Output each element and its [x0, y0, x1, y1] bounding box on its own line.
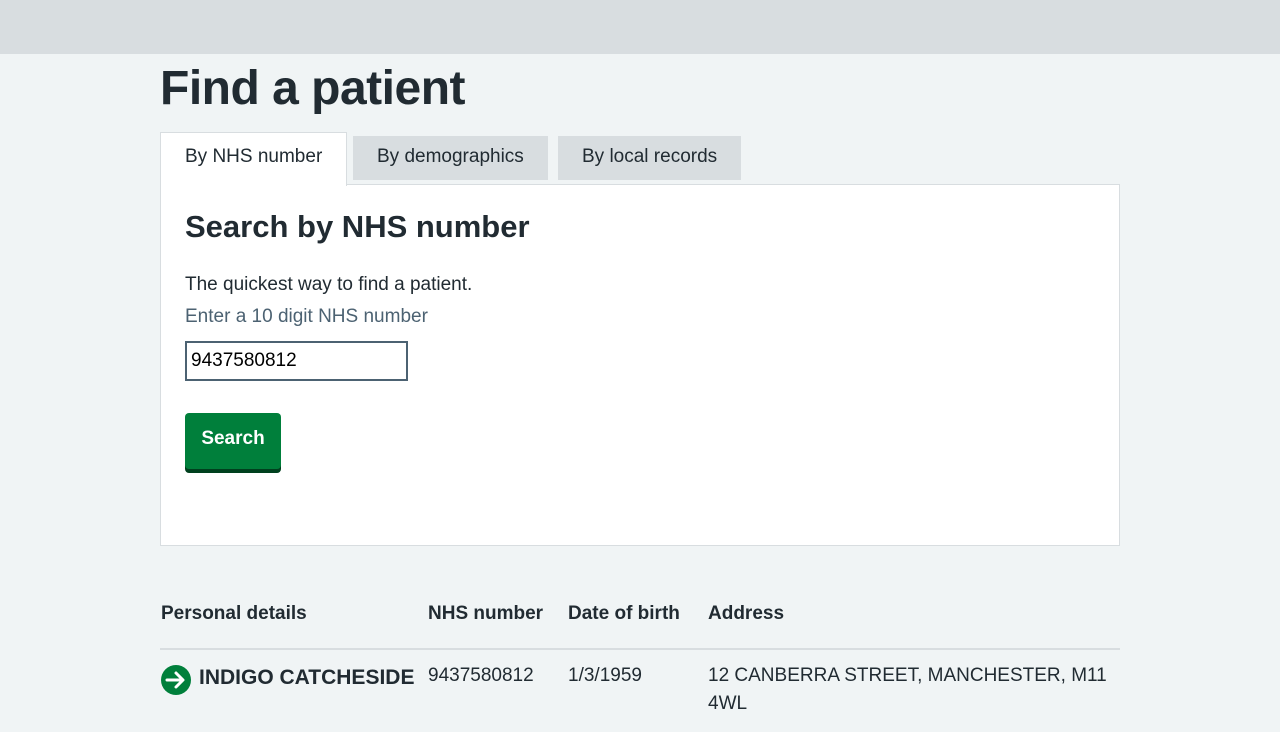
tab-by-demographics[interactable]: By demographics: [353, 136, 548, 180]
table-row[interactable]: INDIGO CATCHESIDE 9437580812 1/3/1959 12…: [160, 662, 1120, 732]
column-header-date-of-birth: Date of birth: [568, 603, 680, 624]
search-button[interactable]: Search: [185, 413, 281, 469]
patient-nhs-number: 9437580812: [428, 665, 534, 686]
nhs-number-hint: Enter a 10 digit NHS number: [185, 306, 428, 327]
patient-name-link[interactable]: INDIGO CATCHESIDE: [199, 662, 419, 694]
panel-description: The quickest way to find a patient.: [185, 274, 473, 295]
column-header-address: Address: [708, 603, 785, 624]
top-header-bar: [0, 0, 1280, 54]
tab-by-nhs-number[interactable]: By NHS number: [160, 132, 348, 186]
nhs-number-input[interactable]: [185, 341, 408, 381]
results-table-header: Personal details NHS number Date of birt…: [160, 598, 1120, 650]
tab-by-local-records[interactable]: By local records: [558, 136, 742, 180]
panel-heading: Search by NHS number: [185, 209, 530, 244]
page-title: Find a patient: [160, 62, 466, 115]
arrow-right-circle-icon[interactable]: [160, 664, 192, 696]
patient-date-of-birth: 1/3/1959: [568, 665, 642, 686]
search-panel: Search by NHS number The quickest way to…: [160, 184, 1120, 546]
column-header-personal-details: Personal details: [161, 603, 307, 624]
column-header-nhs-number: NHS number: [428, 603, 544, 624]
patient-address: 12 CANBERRA STREET, MANCHESTER, M11 4WL: [708, 665, 1107, 714]
